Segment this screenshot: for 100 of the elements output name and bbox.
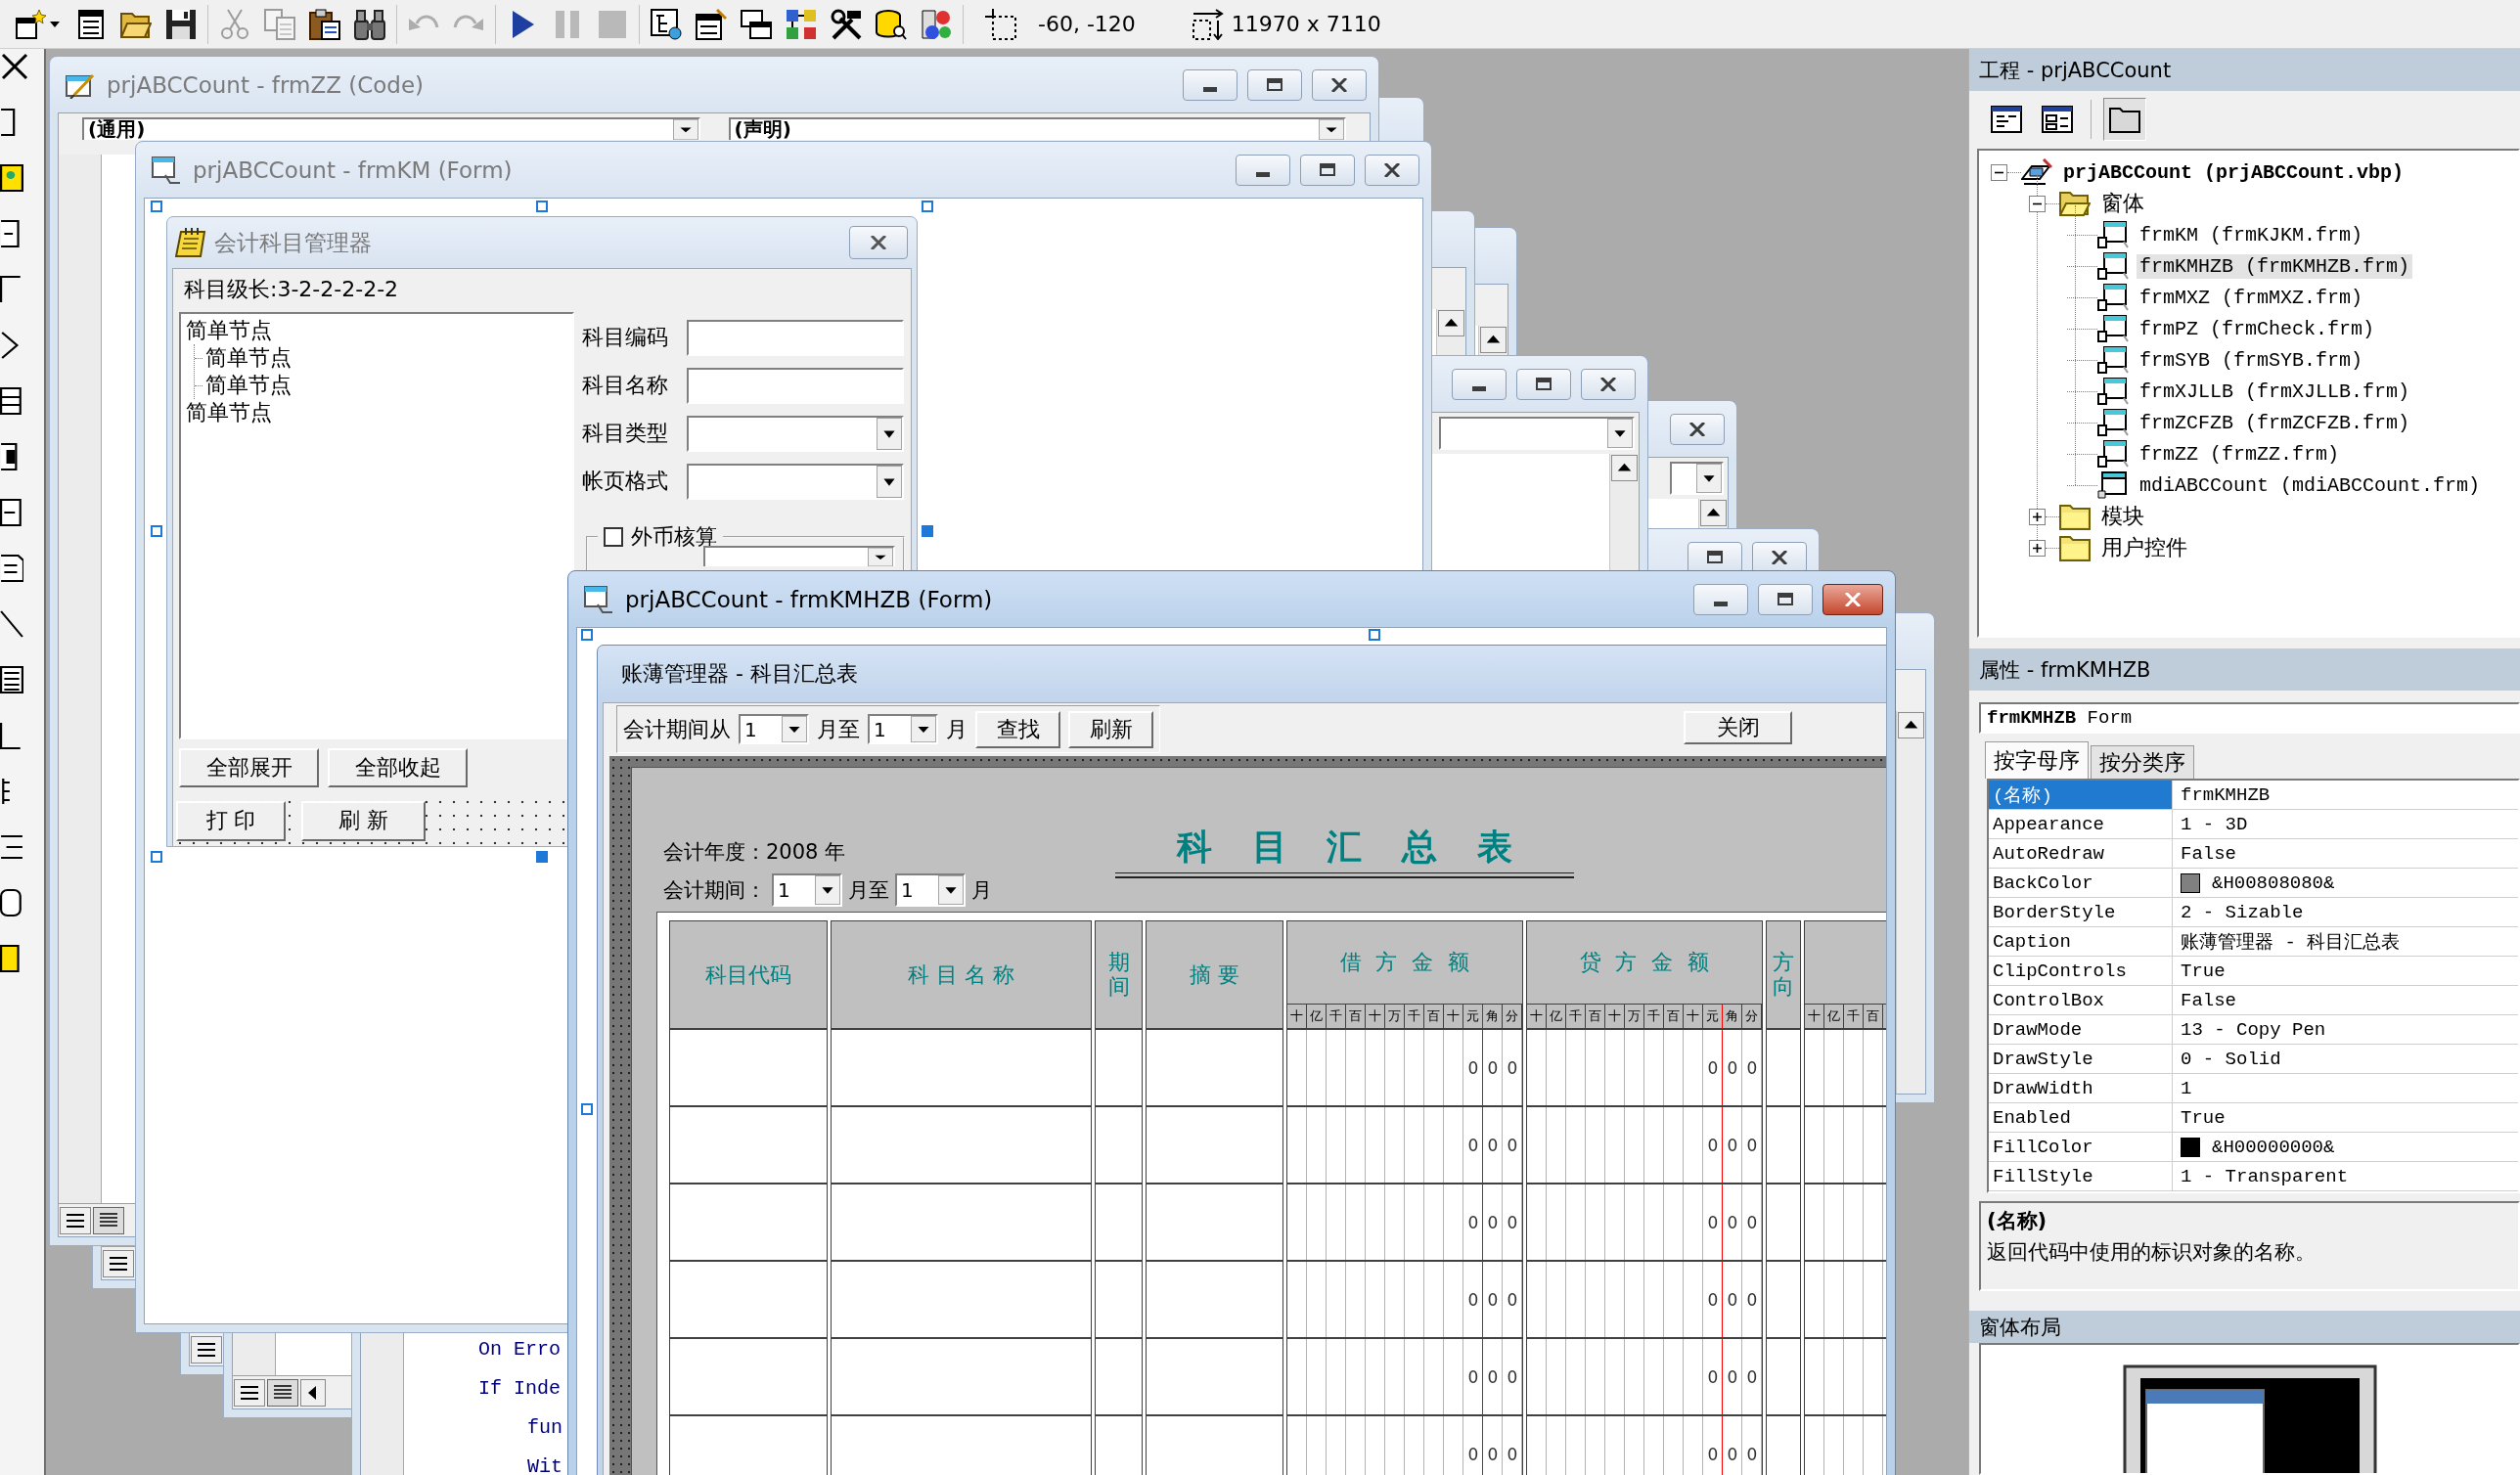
close-button[interactable] [1822, 583, 1883, 615]
cut-off-tool-icon[interactable] [0, 386, 23, 416]
tree-item[interactable]: frmXJLLB (frmXJLLB.frm) [2137, 379, 2413, 404]
resize-handle[interactable] [151, 851, 162, 863]
tree-item[interactable]: 简单节点 [204, 371, 292, 400]
property-name[interactable]: DrawStyle [1989, 1045, 2173, 1073]
period-combo[interactable]: 1 [739, 714, 809, 744]
collapse-icon[interactable] [1991, 163, 2007, 181]
input-field[interactable] [687, 319, 904, 356]
button[interactable]: 全部展开 [179, 748, 319, 787]
property-name[interactable]: FillStyle [1989, 1162, 2173, 1190]
resize-handle[interactable] [151, 201, 162, 212]
maximize-button[interactable] [1688, 541, 1742, 573]
property-name[interactable]: BorderStyle [1989, 898, 2173, 926]
lines-icon[interactable] [60, 1206, 91, 1234]
minimize-button[interactable] [1693, 583, 1748, 615]
tab[interactable]: 按字母序 [1985, 741, 2089, 779]
resize-handle[interactable] [581, 629, 593, 641]
close-button[interactable] [1581, 368, 1636, 400]
resize-handle[interactable] [922, 525, 933, 537]
dropdown-field[interactable] [703, 546, 895, 566]
minimize-button[interactable] [1452, 368, 1507, 400]
expand-icon[interactable] [2029, 539, 2046, 557]
tree-item[interactable]: 模块 [2098, 501, 2147, 532]
close-button[interactable] [1752, 541, 1807, 573]
cut-off-tool-icon[interactable] [0, 498, 23, 527]
minimize-button[interactable] [1183, 68, 1238, 101]
property-name[interactable]: FillColor [1989, 1133, 2173, 1161]
input-field[interactable] [687, 367, 904, 404]
maximize-button[interactable] [1516, 368, 1571, 400]
tree-item[interactable]: frmSYB (frmSYB.frm) [2137, 347, 2366, 373]
property-name[interactable]: ClipControls [1989, 957, 2173, 985]
tree-item[interactable]: frmKMHZB (frmKMHZB.frm) [2137, 253, 2413, 279]
property-name[interactable]: AutoRedraw [1989, 839, 2173, 868]
button[interactable]: 刷 新 [301, 800, 426, 841]
tree-item[interactable]: 用户控件 [2098, 532, 2190, 563]
tree-item[interactable]: frmZCFZB (frmZCFZB.frm) [2137, 410, 2413, 435]
property-name[interactable]: BackColor [1989, 869, 2173, 897]
close-button[interactable]: 关闭 [1684, 711, 1792, 744]
tree-item[interactable]: 窗体 [2098, 188, 2147, 219]
resize-handle[interactable] [536, 851, 548, 863]
property-name[interactable]: DrawMode [1989, 1015, 2173, 1044]
resize-handle[interactable] [581, 1103, 593, 1115]
tree-item[interactable]: prjABCCount (prjABCCount.vbp) [2060, 159, 2408, 185]
cut-off-tool-icon[interactable] [0, 275, 23, 304]
maximize-button[interactable] [1758, 583, 1813, 615]
property-name[interactable]: DrawWidth [1989, 1074, 2173, 1102]
close-icon[interactable] [0, 52, 29, 81]
resize-handle[interactable] [151, 525, 162, 537]
tree-item[interactable]: frmZZ (frmZZ.frm) [2137, 441, 2343, 467]
period-combo[interactable]: 1 [895, 873, 966, 907]
toolbar-button[interactable]: 查找 [975, 710, 1060, 748]
cut-off-tool-icon[interactable] [0, 554, 23, 583]
resize-handle[interactable] [536, 201, 548, 212]
property-name[interactable]: Appearance [1989, 810, 2173, 838]
dropdown-combo[interactable] [1439, 417, 1635, 450]
tree-item[interactable]: mdiABCCount (mdiABCCount.frm) [2137, 472, 2484, 498]
cut-off-tool-icon[interactable] [0, 832, 23, 862]
close-button[interactable] [849, 226, 908, 259]
collapse-icon[interactable] [2029, 195, 2046, 212]
dense-lines-icon[interactable] [93, 1206, 124, 1234]
button[interactable]: 打 印 [176, 800, 286, 841]
procedure-combo[interactable]: (声明) [728, 117, 1346, 140]
property-name[interactable]: (名称) [1989, 781, 2173, 809]
dense-lines-icon[interactable] [267, 1378, 298, 1407]
checkbox[interactable] [604, 527, 623, 547]
property-name[interactable]: Enabled [1989, 1103, 2173, 1132]
button[interactable]: 全部收起 [328, 748, 468, 787]
toolbar-button[interactable]: 刷新 [1068, 710, 1153, 748]
tree-item[interactable]: 简单节点 [185, 398, 273, 427]
cut-off-tool-icon[interactable] [0, 721, 23, 750]
dropdown-field[interactable] [687, 415, 904, 452]
tree-item[interactable]: frmPZ (frmCheck.frm) [2137, 316, 2378, 341]
cut-off-tool-icon[interactable] [0, 163, 23, 193]
cut-off-tool-icon[interactable] [0, 665, 23, 694]
period-combo[interactable]: 1 [868, 714, 938, 744]
property-name[interactable]: Caption [1989, 927, 2173, 956]
lines-icon[interactable] [234, 1378, 265, 1407]
object-combo[interactable]: frmKMHZB Form [1979, 702, 2520, 734]
dropdown-field[interactable] [687, 463, 904, 500]
resize-handle[interactable] [922, 201, 933, 212]
maximize-button[interactable] [1247, 68, 1302, 101]
lines-icon[interactable] [191, 1335, 222, 1363]
dropdown-combo[interactable] [1670, 462, 1724, 495]
tree-item[interactable]: frmKM (frmKJKM.frm) [2137, 222, 2366, 247]
minimize-button[interactable] [1236, 154, 1290, 186]
resize-handle[interactable] [1369, 629, 1380, 641]
maximize-button[interactable] [1300, 154, 1355, 186]
tree-item[interactable]: 简单节点 [204, 343, 292, 373]
expand-icon[interactable] [2029, 508, 2046, 525]
tree-item[interactable]: 简单节点 [185, 316, 273, 345]
object-combo[interactable]: (通用) [82, 117, 700, 140]
close-button[interactable] [1670, 413, 1725, 445]
period-combo[interactable]: 1 [772, 873, 842, 907]
property-name[interactable]: ControlBox [1989, 986, 2173, 1014]
cut-off-tool-icon[interactable] [0, 609, 23, 639]
close-button[interactable] [1312, 68, 1367, 101]
tab[interactable]: 按分类序 [2091, 745, 2194, 779]
lines-icon[interactable] [103, 1249, 134, 1277]
close-button[interactable] [1365, 154, 1419, 186]
